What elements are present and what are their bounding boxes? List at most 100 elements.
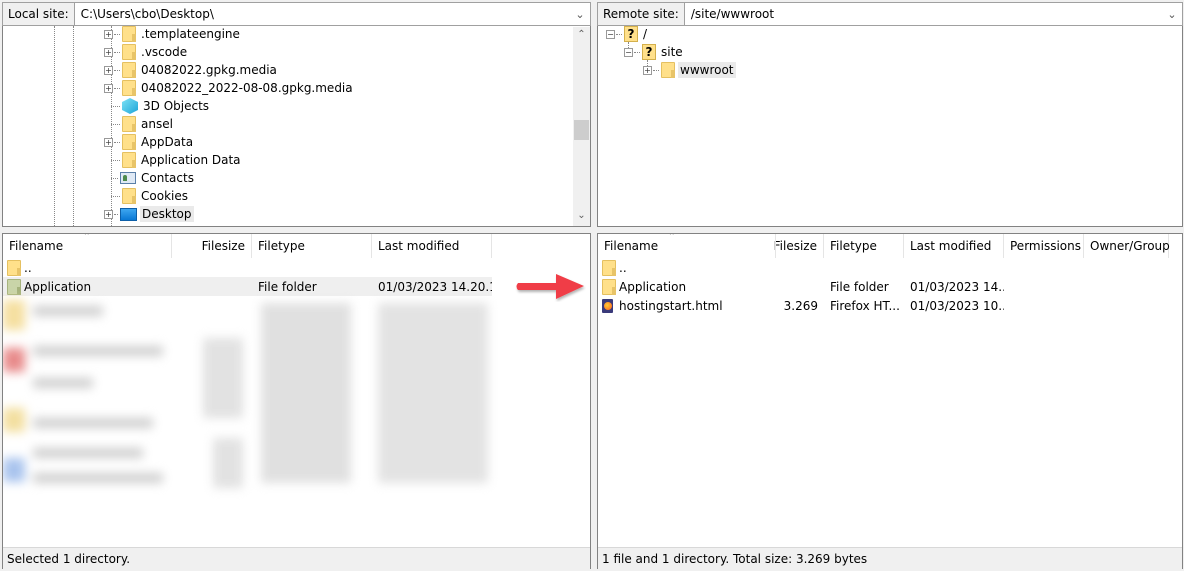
3d-objects-icon (122, 98, 138, 114)
file-icon-cell (3, 259, 23, 276)
column-header-filename[interactable]: ⌃ Filename (598, 234, 776, 258)
column-header-filesize[interactable]: Filesize (172, 234, 252, 258)
file-type: File folder (258, 279, 317, 294)
file-icon-cell (598, 278, 618, 295)
remote-site-path-input[interactable]: /site/wwwroot (684, 3, 1162, 25)
file-type: File folder (830, 279, 889, 294)
tree-connector (114, 87, 120, 89)
column-header-label: Filesize (201, 239, 245, 253)
column-header-owner-group[interactable]: Owner/Group (1084, 234, 1170, 258)
tree-item-label: 04082022.gpkg.media (141, 63, 277, 77)
remote-site-dropdown-chevron-down-icon[interactable]: ⌄ (1162, 3, 1182, 25)
unknown-folder-icon: ? (642, 44, 656, 60)
local-site-dropdown-chevron-down-icon[interactable]: ⌄ (570, 3, 590, 25)
remote-directory-tree: − ? / − ? site + wwwroot (598, 26, 1178, 226)
tree-item-label: site (661, 45, 683, 59)
tree-item[interactable]: + .templateengine (104, 26, 242, 43)
blurred-icon (3, 408, 25, 432)
tree-item[interactable]: + 04082022.gpkg.media (104, 61, 279, 79)
file-row-parent[interactable]: .. (598, 258, 1182, 277)
unknown-folder-icon: ? (624, 26, 638, 42)
column-header-filename[interactable]: ⌃ Filename (3, 234, 172, 258)
tree-item[interactable]: + AppData (104, 133, 195, 151)
tree-item[interactable]: 3D Objects (111, 97, 211, 115)
column-header-last-modified[interactable]: Last modified (372, 234, 492, 258)
expand-plus-icon[interactable]: + (104, 137, 113, 147)
file-row-parent[interactable]: .. (3, 258, 492, 277)
tree-connector (616, 33, 622, 35)
tree-item-selected[interactable]: + wwwroot (643, 61, 736, 79)
expand-plus-icon[interactable]: + (104, 65, 113, 75)
file-row[interactable]: hostingstart.html 3.269 Firefox HT... 01… (598, 296, 1182, 315)
scroll-up-arrow-icon[interactable]: ⌃ (573, 29, 590, 40)
tree-connector (111, 177, 118, 179)
scroll-down-arrow-icon[interactable]: ⌄ (573, 210, 590, 221)
expand-plus-icon[interactable]: + (104, 29, 113, 39)
local-directory-tree: + .templateengine + .vscode + 04082022.g… (3, 26, 573, 226)
column-header-label: Filename (9, 239, 64, 253)
file-row[interactable]: Application File folder 01/03/2023 14...… (598, 277, 1182, 296)
column-header-label: Owner/Group (1090, 239, 1170, 253)
local-site-path-input[interactable]: C:\Users\cbo\Desktop\ (74, 3, 570, 25)
local-status-bar: Selected 1 directory. (3, 547, 590, 569)
column-header-last-modified[interactable]: Last modified (904, 234, 1004, 258)
tree-item-selected[interactable]: + Desktop (104, 205, 194, 223)
tree-connector (111, 159, 120, 161)
column-header-filesize[interactable]: Filesize (774, 234, 824, 258)
blurred-text (33, 448, 143, 458)
tree-item-label: Desktop (140, 206, 194, 222)
folder-icon (122, 26, 136, 42)
tree-item[interactable]: Application Data (111, 151, 243, 169)
tree-item-label: / (643, 27, 648, 41)
tree-item[interactable]: ansel (111, 115, 175, 133)
tree-item[interactable]: + 04082022_2022-08-08.gpkg.media (104, 79, 355, 97)
blurred-text (33, 418, 153, 428)
blurred-text (33, 378, 93, 388)
tree-connector (114, 51, 120, 53)
blurred-text (261, 303, 351, 483)
folder-icon (661, 62, 675, 78)
file-row-selected[interactable]: Application File folder 01/03/2023 14.20… (3, 277, 492, 296)
tree-connector (114, 69, 120, 71)
tree-connector (634, 51, 640, 53)
tree-item[interactable]: Cookies (111, 187, 190, 205)
file-modified: 01/03/2023 14.... (910, 279, 1004, 294)
collapse-minus-icon[interactable]: − (606, 29, 615, 39)
expand-plus-icon[interactable]: + (104, 47, 113, 57)
folder-icon (122, 152, 136, 168)
blurred-icon (3, 458, 25, 482)
tree-connector (111, 105, 120, 107)
contacts-icon (120, 172, 136, 184)
local-status-text: Selected 1 directory. (7, 551, 131, 566)
collapse-minus-icon[interactable]: − (624, 47, 633, 57)
local-tree-scrollbar[interactable]: ⌃ ⌄ (573, 27, 590, 226)
arrow-shape (516, 274, 584, 299)
file-size: 3.269 (783, 298, 818, 313)
tree-item[interactable]: Contacts (111, 169, 196, 187)
file-icon-cell (3, 278, 23, 295)
column-header-filetype[interactable]: Filetype (824, 234, 904, 258)
expand-plus-icon[interactable]: + (104, 209, 113, 219)
tree-item-root[interactable]: − ? / (606, 26, 649, 43)
tree-item[interactable]: + .vscode (104, 43, 189, 61)
column-header-label: Permissions (1010, 239, 1081, 253)
scrollbar-thumb[interactable] (574, 120, 589, 140)
folder-icon (122, 80, 136, 96)
column-header-label: Filename (604, 239, 659, 253)
remote-status-text: 1 file and 1 directory. Total size: 3.26… (602, 551, 868, 566)
column-header-filetype[interactable]: Filetype (252, 234, 372, 258)
expand-plus-icon[interactable]: + (643, 65, 652, 75)
tree-connector (114, 213, 118, 215)
tree-connector (111, 195, 120, 197)
file-modified: 01/03/2023 14.20.12 (378, 279, 492, 294)
local-site-label: Local site: (3, 3, 75, 25)
expand-plus-icon[interactable]: + (104, 83, 113, 93)
local-site-bar: Local site: C:\Users\cbo\Desktop\ ⌄ (2, 2, 591, 26)
file-modified: 01/03/2023 10.... (910, 298, 1004, 313)
tree-connector (111, 123, 120, 125)
tree-item-label: .vscode (141, 45, 188, 59)
column-header-label: Last modified (378, 239, 460, 253)
column-header-permissions[interactable]: Permissions (1004, 234, 1084, 258)
remote-site-bar: Remote site: /site/wwwroot ⌄ (597, 2, 1183, 26)
tree-item[interactable]: − ? site (624, 43, 685, 61)
